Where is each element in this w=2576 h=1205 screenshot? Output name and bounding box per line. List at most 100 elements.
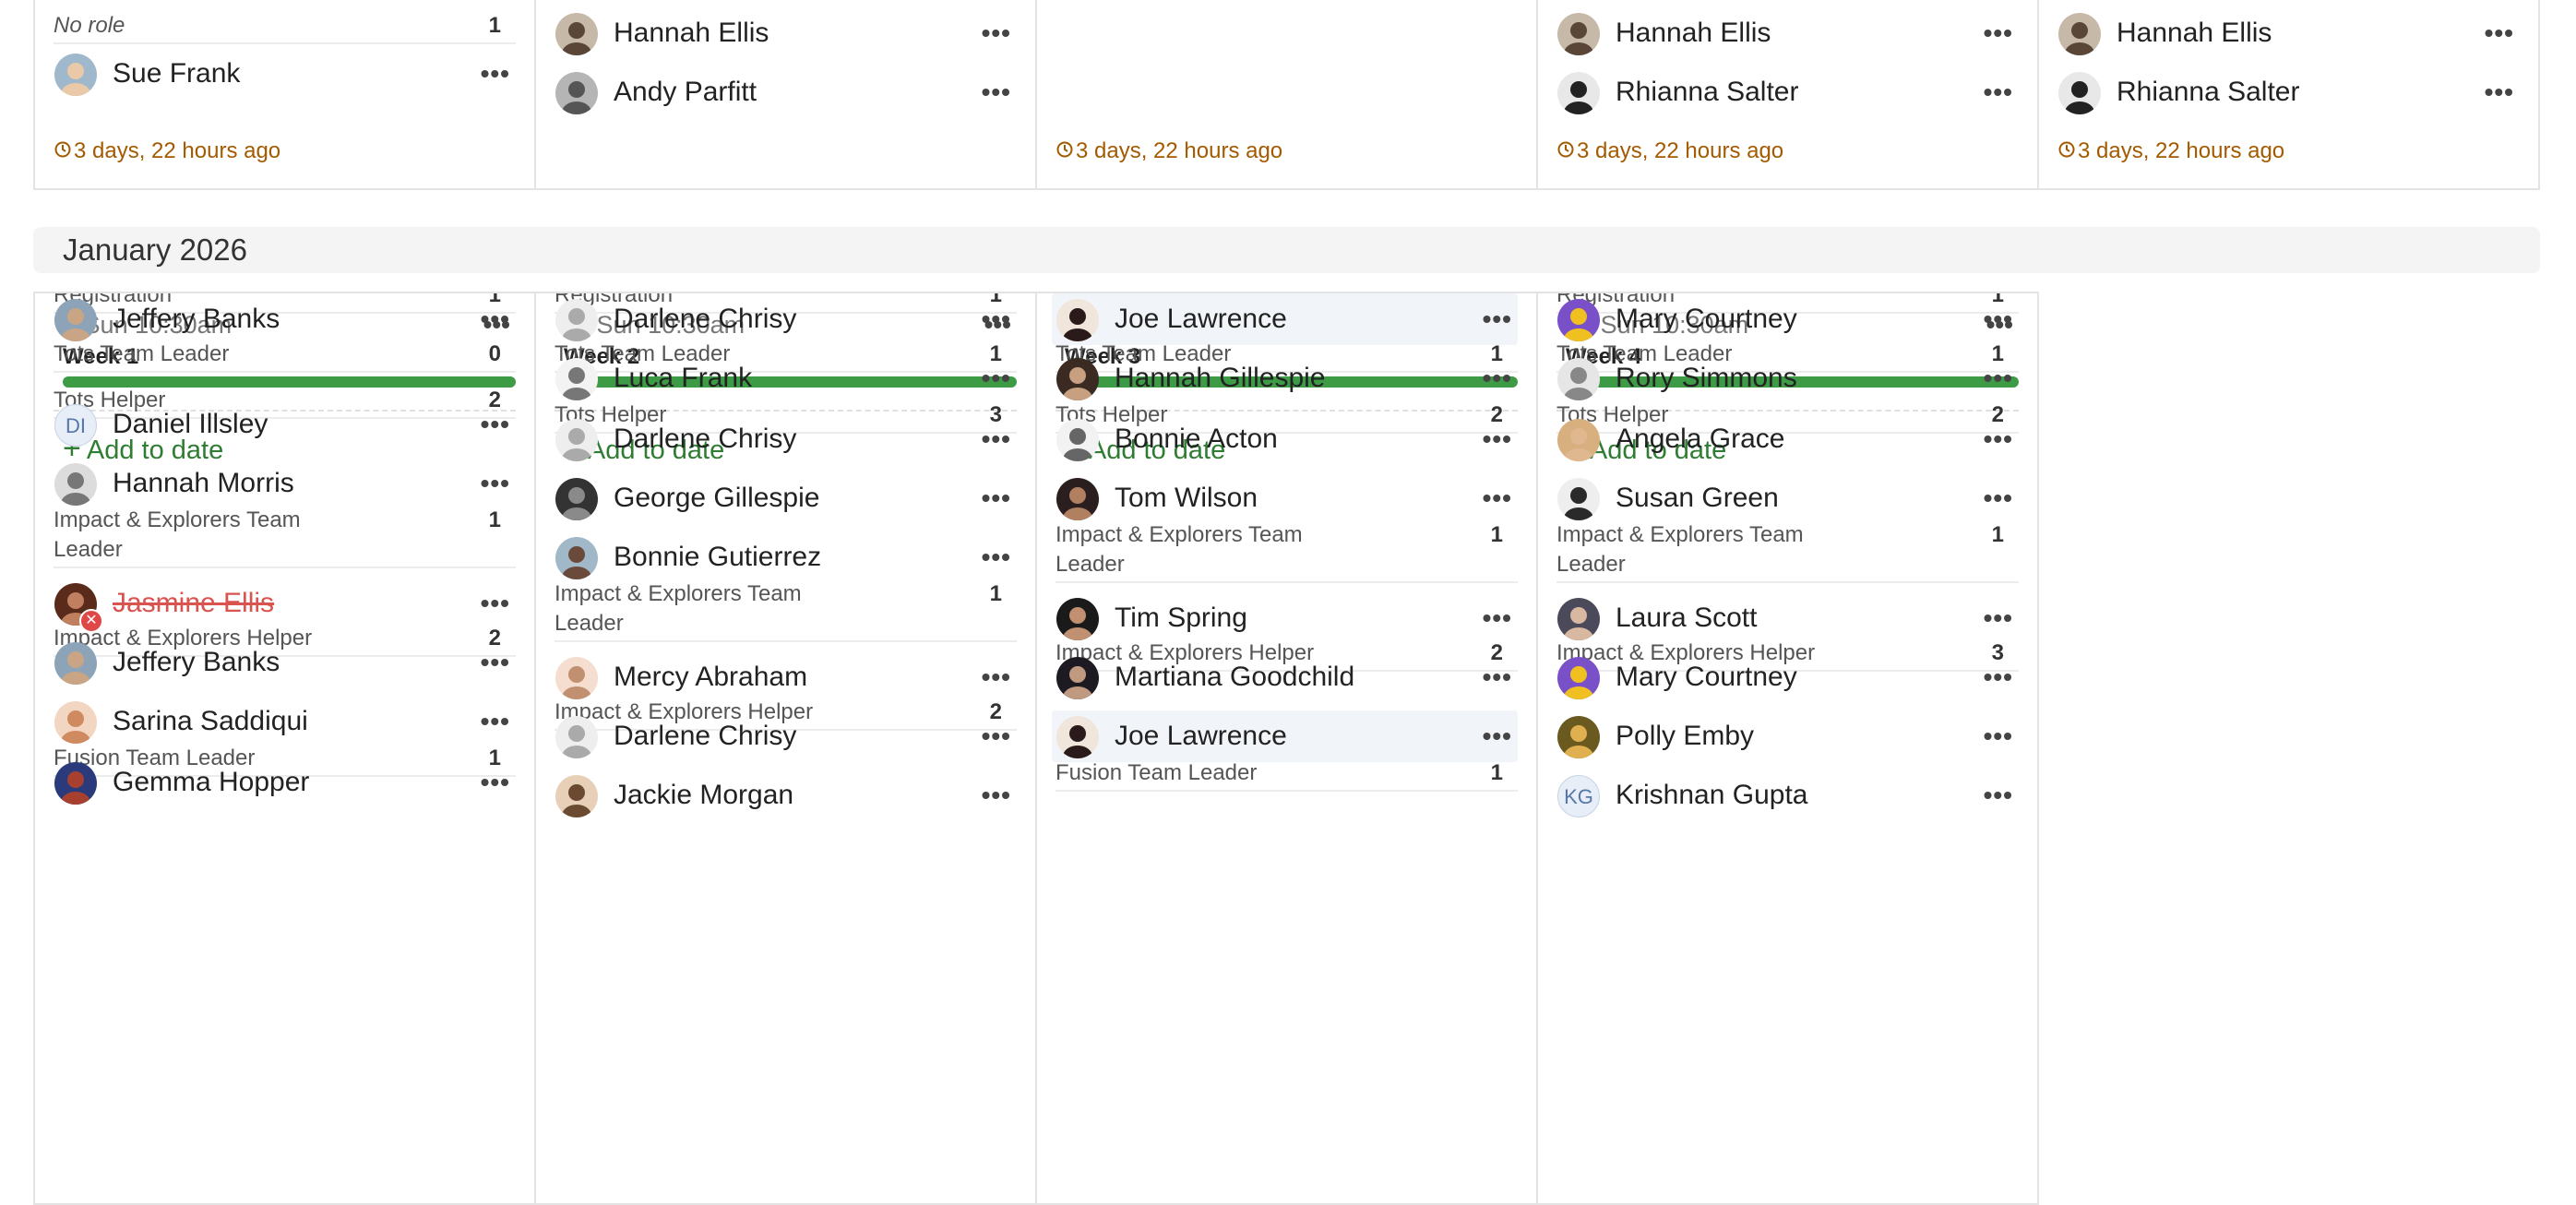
- person-row[interactable]: Rhianna Salter •••: [1553, 66, 2019, 118]
- person-name[interactable]: Bonnie Gutierrez: [614, 531, 821, 583]
- more-options-icon[interactable]: •••: [481, 458, 510, 509]
- person-row[interactable]: Polly Emby •••: [1553, 710, 2019, 762]
- person-row[interactable]: Jeffery Banks •••: [50, 293, 516, 345]
- more-options-icon[interactable]: •••: [481, 399, 510, 450]
- more-options-icon[interactable]: •••: [982, 413, 1011, 465]
- person-row[interactable]: Luca Frank •••: [551, 352, 1017, 404]
- person-row[interactable]: KG Krishnan Gupta •••: [1553, 770, 2019, 821]
- person-name[interactable]: Rhianna Salter: [2117, 66, 2299, 118]
- more-options-icon[interactable]: •••: [481, 757, 510, 808]
- person-name[interactable]: Andy Parfitt: [614, 66, 757, 118]
- person-name[interactable]: Jeffery Banks: [113, 637, 280, 688]
- person-name[interactable]: Mary Courtney: [1616, 651, 1797, 703]
- more-options-icon[interactable]: •••: [1984, 770, 2013, 821]
- person-name[interactable]: Darlene Chrisy: [614, 293, 796, 345]
- person-name[interactable]: Tim Spring: [1115, 592, 1247, 644]
- person-name[interactable]: Hannah Morris: [113, 458, 294, 509]
- person-row[interactable]: Jeffery Banks •••: [50, 637, 516, 688]
- more-options-icon[interactable]: •••: [1483, 293, 1512, 345]
- person-name[interactable]: Polly Emby: [1616, 710, 1754, 762]
- person-row[interactable]: ✕ Jasmine Ellis •••: [50, 578, 516, 633]
- person-name[interactable]: Sarina Saddiqui: [113, 696, 308, 747]
- person-name[interactable]: Hannah Gillespie: [1115, 352, 1325, 404]
- more-options-icon[interactable]: •••: [481, 578, 510, 629]
- person-row[interactable]: Hannah Ellis •••: [2054, 7, 2520, 59]
- more-options-icon[interactable]: •••: [481, 48, 510, 100]
- more-options-icon[interactable]: •••: [481, 637, 510, 688]
- more-options-icon[interactable]: •••: [2485, 66, 2514, 118]
- person-name[interactable]: Joe Lawrence: [1115, 293, 1287, 345]
- person-row[interactable]: Rhianna Salter •••: [2054, 66, 2520, 118]
- more-options-icon[interactable]: •••: [982, 651, 1011, 703]
- person-row[interactable]: Bonnie Gutierrez •••: [551, 531, 1017, 583]
- person-row[interactable]: Susan Green •••: [1553, 472, 2019, 524]
- person-row[interactable]: Mercy Abraham •••: [551, 651, 1017, 703]
- more-options-icon[interactable]: •••: [1483, 651, 1512, 703]
- person-row[interactable]: Jackie Morgan •••: [551, 770, 1017, 821]
- person-row[interactable]: Hannah Ellis •••: [551, 7, 1017, 59]
- more-options-icon[interactable]: •••: [1483, 352, 1512, 404]
- more-options-icon[interactable]: •••: [982, 352, 1011, 404]
- person-name[interactable]: Mary Courtney: [1616, 293, 1797, 345]
- person-row[interactable]: George Gillespie •••: [551, 472, 1017, 524]
- person-row[interactable]: Joe Lawrence •••: [1052, 293, 1518, 345]
- person-row[interactable]: Tom Wilson •••: [1052, 472, 1518, 524]
- person-name[interactable]: Rory Simmons: [1616, 352, 1797, 404]
- more-options-icon[interactable]: •••: [982, 66, 1011, 118]
- person-row[interactable]: Mary Courtney •••: [1553, 293, 2019, 345]
- person-row[interactable]: Hannah Morris •••: [50, 458, 516, 509]
- person-row[interactable]: Hannah Gillespie •••: [1052, 352, 1518, 404]
- person-row[interactable]: Sue Frank •••: [50, 48, 516, 100]
- person-name[interactable]: Darlene Chrisy: [614, 413, 796, 465]
- person-row[interactable]: Darlene Chrisy •••: [551, 293, 1017, 345]
- more-options-icon[interactable]: •••: [1483, 472, 1512, 524]
- more-options-icon[interactable]: •••: [982, 293, 1011, 345]
- person-row[interactable]: Darlene Chrisy •••: [551, 413, 1017, 465]
- person-row[interactable]: Bonnie Acton •••: [1052, 413, 1518, 465]
- person-name[interactable]: Hannah Ellis: [1616, 7, 1771, 59]
- more-options-icon[interactable]: •••: [481, 293, 510, 345]
- more-options-icon[interactable]: •••: [1984, 352, 2013, 404]
- more-options-icon[interactable]: •••: [1984, 293, 2013, 345]
- person-name[interactable]: Luca Frank: [614, 352, 752, 404]
- more-options-icon[interactable]: •••: [982, 7, 1011, 59]
- person-row[interactable]: Rory Simmons •••: [1553, 352, 2019, 404]
- more-options-icon[interactable]: •••: [1984, 592, 2013, 644]
- person-name[interactable]: Joe Lawrence: [1115, 710, 1287, 762]
- person-row[interactable]: Angela Grace •••: [1553, 413, 2019, 465]
- person-name[interactable]: Rhianna Salter: [1616, 66, 1798, 118]
- person-row[interactable]: Andy Parfitt •••: [551, 66, 1017, 118]
- person-name[interactable]: Krishnan Gupta: [1616, 770, 1807, 821]
- person-row[interactable]: Tim Spring •••: [1052, 592, 1518, 644]
- person-name[interactable]: Daniel Illsley: [113, 399, 268, 450]
- person-name[interactable]: George Gillespie: [614, 472, 819, 524]
- person-name[interactable]: Sue Frank: [113, 48, 240, 100]
- more-options-icon[interactable]: •••: [1984, 413, 2013, 465]
- more-options-icon[interactable]: •••: [1483, 413, 1512, 465]
- more-options-icon[interactable]: •••: [982, 710, 1011, 762]
- person-name[interactable]: Hannah Ellis: [614, 7, 769, 59]
- more-options-icon[interactable]: •••: [1984, 710, 2013, 762]
- person-row[interactable]: Martiana Goodchild •••: [1052, 651, 1518, 703]
- person-row[interactable]: Joe Lawrence •••: [1052, 710, 1518, 762]
- more-options-icon[interactable]: •••: [1483, 710, 1512, 762]
- person-name[interactable]: Mercy Abraham: [614, 651, 807, 703]
- person-row[interactable]: Sarina Saddiqui •••: [50, 696, 516, 747]
- person-row[interactable]: Hannah Ellis •••: [1553, 7, 2019, 59]
- person-row[interactable]: Gemma Hopper •••: [50, 757, 516, 808]
- more-options-icon[interactable]: •••: [481, 696, 510, 747]
- more-options-icon[interactable]: •••: [1984, 472, 2013, 524]
- person-name[interactable]: Laura Scott: [1616, 592, 1757, 644]
- more-options-icon[interactable]: •••: [982, 472, 1011, 524]
- person-name[interactable]: Jackie Morgan: [614, 770, 793, 821]
- person-row[interactable]: Laura Scott •••: [1553, 592, 2019, 644]
- person-row[interactable]: DI Daniel Illsley •••: [50, 399, 516, 450]
- person-name[interactable]: Jasmine Ellis: [113, 578, 274, 629]
- person-name[interactable]: Tom Wilson: [1115, 472, 1258, 524]
- more-options-icon[interactable]: •••: [1984, 7, 2013, 59]
- more-options-icon[interactable]: •••: [982, 770, 1011, 821]
- person-name[interactable]: Jeffery Banks: [113, 293, 280, 345]
- more-options-icon[interactable]: •••: [1984, 651, 2013, 703]
- person-name[interactable]: Hannah Ellis: [2117, 7, 2272, 59]
- person-name[interactable]: Bonnie Acton: [1115, 413, 1278, 465]
